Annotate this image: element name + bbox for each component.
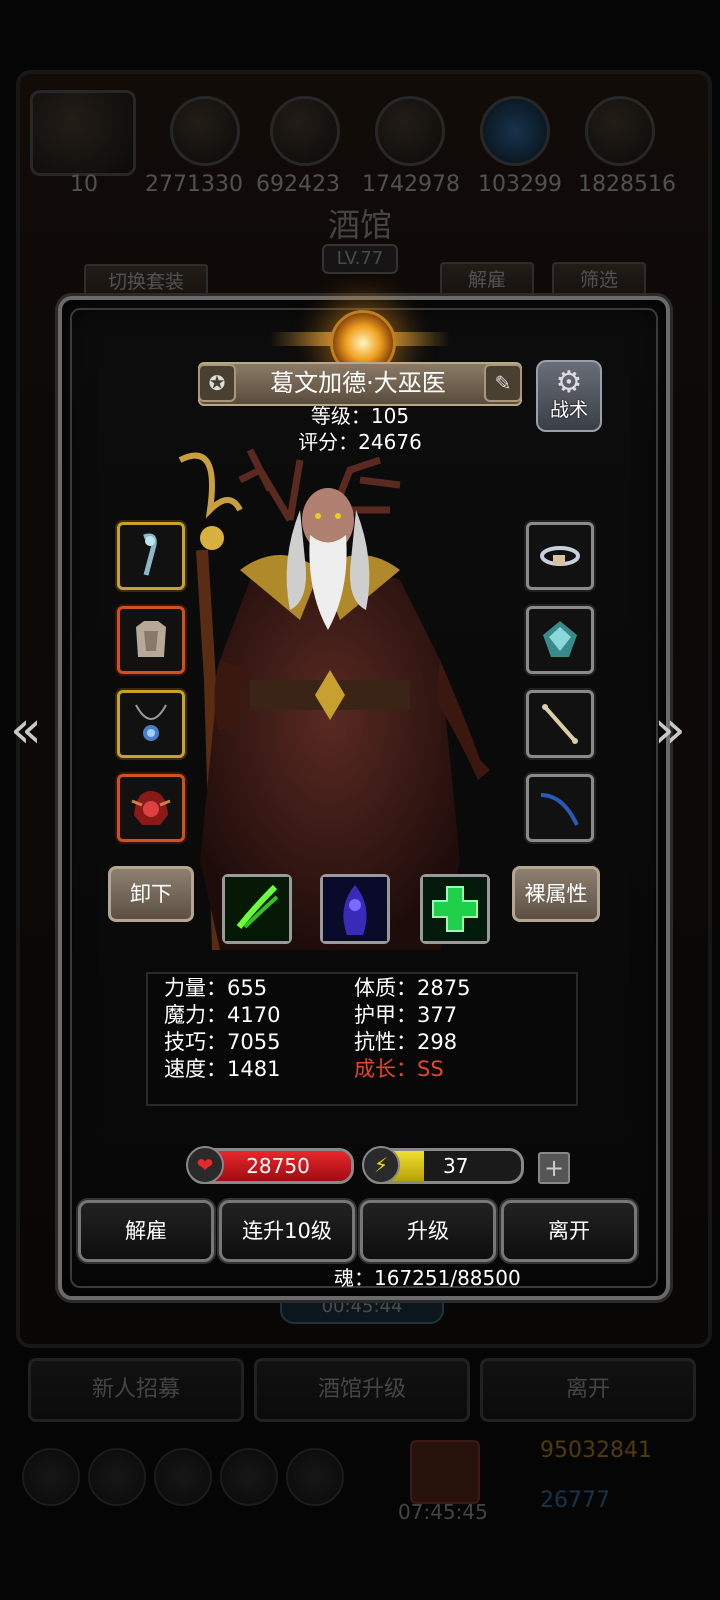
recruit-button[interactable]: 新人招募 bbox=[28, 1358, 244, 1422]
tavern-title: 酒馆 bbox=[327, 206, 392, 244]
edit-name-icon[interactable]: ✎ bbox=[484, 364, 522, 402]
heal-cross-skill-icon[interactable] bbox=[420, 874, 490, 944]
chest-armor-icon bbox=[136, 621, 166, 657]
resource-value: 692423 bbox=[256, 172, 340, 197]
resource-icon bbox=[585, 96, 655, 166]
bg-dismiss-button[interactable]: 解雇 bbox=[440, 262, 534, 298]
dismiss-button[interactable]: 解雇 bbox=[78, 1200, 214, 1262]
next-hero-arrow[interactable]: » bbox=[654, 700, 686, 760]
resource-icon bbox=[480, 96, 550, 166]
bow-icon bbox=[540, 793, 579, 826]
upgrade-tavern-button[interactable]: 酒馆升级 bbox=[254, 1358, 470, 1422]
staff-icon bbox=[143, 533, 157, 576]
menu-icon[interactable] bbox=[154, 1448, 212, 1506]
leave-button[interactable]: 离开 bbox=[501, 1200, 637, 1262]
resource-value: 1742978 bbox=[362, 172, 460, 197]
add-energy-button[interactable]: + bbox=[538, 1152, 570, 1184]
hero-portrait bbox=[178, 448, 490, 950]
green-claw-skill-icon[interactable] bbox=[222, 874, 292, 944]
gold-value: 95032841 bbox=[540, 1438, 652, 1463]
chest-timer: 07:45:45 bbox=[398, 1500, 488, 1524]
tactics-label: 战术 bbox=[549, 399, 588, 421]
equip-slot-bracelet[interactable] bbox=[526, 522, 594, 590]
equip-slot-amulet[interactable] bbox=[117, 690, 185, 758]
bg-filter-button[interactable]: 筛选 bbox=[552, 262, 646, 298]
equip-slot-bone[interactable] bbox=[526, 690, 594, 758]
resource-icon bbox=[375, 96, 445, 166]
level-up-10-button[interactable]: 连升10级 bbox=[219, 1200, 355, 1262]
equip-slot-gem[interactable] bbox=[526, 606, 594, 674]
level-up-button[interactable]: 升级 bbox=[360, 1200, 496, 1262]
resource-value: 2771330 bbox=[145, 172, 243, 197]
magic-stat: 魔力：4170 bbox=[164, 1003, 281, 1027]
menu-icon[interactable] bbox=[88, 1448, 146, 1506]
blue-shadow-skill-icon[interactable] bbox=[320, 874, 390, 944]
menu-icon[interactable] bbox=[220, 1448, 278, 1506]
energy-value: 37 bbox=[443, 1154, 469, 1178]
equip-slot-helmet[interactable] bbox=[117, 774, 185, 842]
chest-icon[interactable] bbox=[410, 1440, 480, 1504]
previous-hero-arrow[interactable]: « bbox=[10, 700, 42, 760]
constitution-stat: 体质：2875 bbox=[354, 976, 471, 1000]
menu-icon[interactable] bbox=[286, 1448, 344, 1506]
player-avatar bbox=[30, 90, 136, 176]
menu-icon[interactable] bbox=[22, 1448, 80, 1506]
bracelet-icon bbox=[540, 546, 580, 566]
tavern-level: LV.77 bbox=[322, 244, 398, 274]
lightning-icon: ⚡ bbox=[362, 1146, 400, 1184]
helmet-icon bbox=[131, 791, 171, 825]
gem-value: 26777 bbox=[540, 1488, 610, 1513]
strength-stat: 力量：655 bbox=[164, 976, 268, 1000]
hero-level: 等级：105 bbox=[310, 404, 410, 428]
gear-icon: ⚙ bbox=[555, 365, 583, 400]
hero-name: 葛文加德·大巫医 bbox=[270, 369, 446, 397]
soul-counter: 魂：167251/88500 bbox=[334, 1266, 521, 1290]
bg-leave-button[interactable]: 离开 bbox=[480, 1358, 696, 1422]
base-attributes-button[interactable]: 裸属性 bbox=[512, 866, 600, 922]
gem-icon bbox=[543, 621, 577, 657]
armor-stat: 护甲：377 bbox=[354, 1003, 458, 1027]
resource-value: 10 bbox=[70, 172, 98, 197]
resource-value: 1828516 bbox=[578, 172, 676, 197]
skill-stat: 技巧：7055 bbox=[164, 1030, 281, 1054]
resistance-stat: 抗性：298 bbox=[354, 1030, 458, 1054]
amulet-icon bbox=[135, 704, 167, 741]
growth-stat: 成长：SS bbox=[354, 1057, 444, 1081]
bone-icon bbox=[542, 704, 578, 744]
equip-slot-armor[interactable] bbox=[117, 606, 185, 674]
equip-slot-bow[interactable] bbox=[526, 774, 594, 842]
speed-stat: 速度：1481 bbox=[164, 1057, 281, 1081]
equip-slot-staff[interactable] bbox=[117, 522, 185, 590]
tactics-button[interactable]: ⚙ 战术 bbox=[536, 360, 602, 432]
resource-icon bbox=[270, 96, 340, 166]
switch-outfit-button[interactable]: 切换套装 bbox=[84, 264, 208, 300]
resource-icon bbox=[170, 96, 240, 166]
heart-icon: ❤ bbox=[186, 1146, 224, 1184]
unequip-button[interactable]: 卸下 bbox=[108, 866, 194, 922]
resource-value: 103299 bbox=[478, 172, 562, 197]
